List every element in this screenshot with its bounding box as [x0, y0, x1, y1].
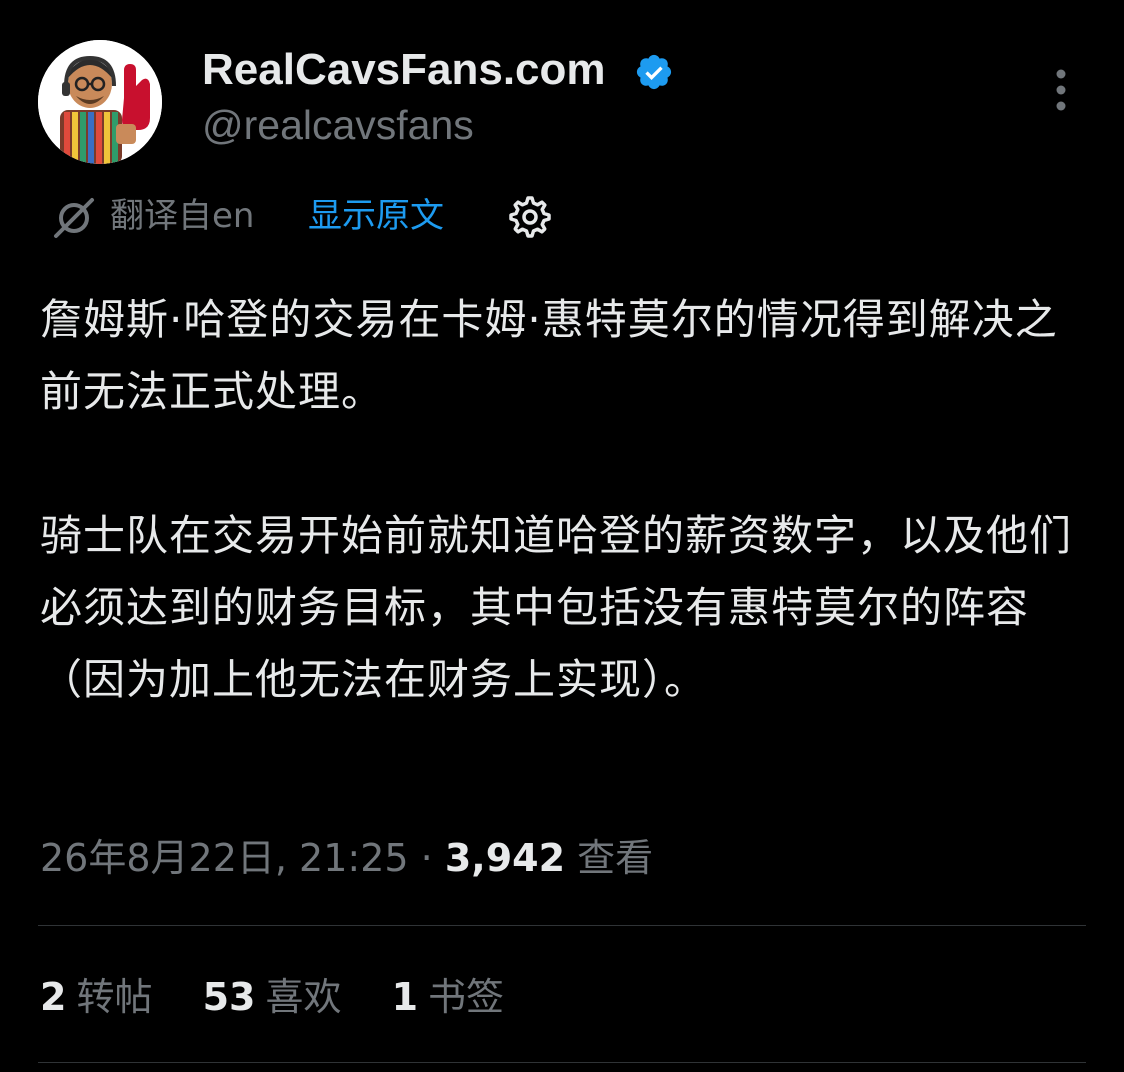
meta-separator: · [408, 836, 445, 880]
bookmarks-label: 书签 [428, 975, 505, 1019]
avatar[interactable] [38, 40, 162, 164]
verified-badge-icon [636, 54, 672, 90]
likes-stat[interactable]: 53 喜欢 [203, 972, 342, 1022]
more-vertical-icon[interactable] [1044, 66, 1078, 114]
display-name[interactable]: RealCavsFans.com [202, 44, 606, 96]
user-handle[interactable]: @realcavsfans [202, 100, 474, 150]
reposts-stat[interactable]: 2 转帖 [40, 972, 152, 1022]
bookmarks-stat[interactable]: 1 书签 [392, 972, 504, 1022]
cartoon-fan-avatar-icon [38, 40, 162, 164]
views-count[interactable]: 3,942 [445, 836, 565, 880]
timestamp[interactable]: 26年8月22日, 21:25 [40, 836, 409, 880]
tweet-paragraph: 詹姆斯·哈登的交易在卡姆·惠特莫尔的情况得到解决之前无法正式处理。 [40, 295, 1058, 416]
bookmarks-count: 1 [391, 975, 419, 1019]
tweet-text: 詹姆斯·哈登的交易在卡姆·惠特莫尔的情况得到解决之前无法正式处理。 骑士队在交易… [40, 284, 1090, 716]
reposts-label: 转帖 [76, 975, 153, 1019]
divider [38, 925, 1086, 926]
views-label: 查看 [577, 836, 654, 880]
tweet-paragraph: 骑士队在交易开始前就知道哈登的薪资数字，以及他们必须达到的财务目标，其中包括没有… [40, 511, 1073, 704]
divider [38, 1062, 1086, 1063]
show-original-link[interactable]: 显示原文 [308, 193, 444, 239]
translate-icon [54, 198, 94, 238]
engagement-stats: 2 转帖 53 喜欢 1 书签 [40, 972, 542, 1022]
tweet-meta: 26年8月22日, 21:25 · 3,942 查看 [40, 834, 653, 882]
reposts-count: 2 [40, 975, 67, 1019]
likes-count: 53 [202, 975, 256, 1019]
likes-label: 喜欢 [265, 975, 342, 1019]
gear-icon[interactable] [508, 195, 552, 239]
translated-from-label: 翻译自en [110, 196, 255, 236]
